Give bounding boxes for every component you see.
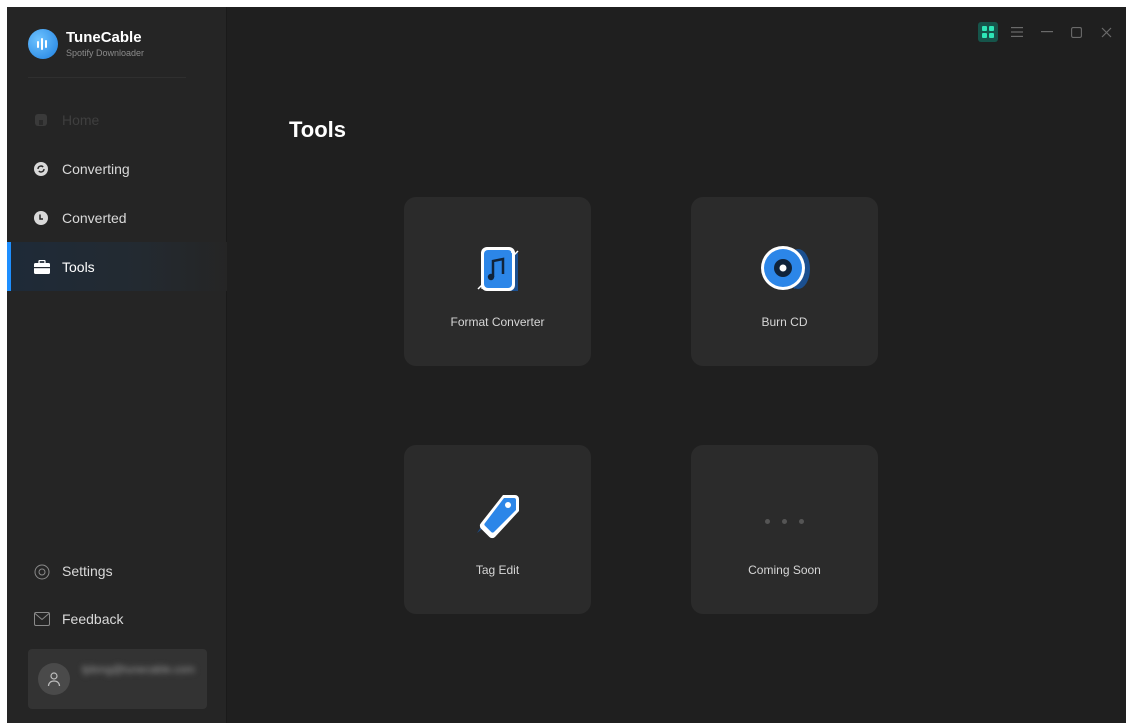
brand: TuneCable Spotify Downloader: [28, 29, 188, 77]
sidebar-item-label: Converting: [62, 160, 130, 177]
sidebar-item-converted[interactable]: Converted: [7, 193, 227, 242]
tool-label: Tag Edit: [475, 563, 520, 577]
sidebar-item-feedback[interactable]: Feedback: [7, 595, 227, 643]
sidebar-item-converting[interactable]: Converting: [7, 144, 227, 193]
page-title: Tools: [289, 117, 347, 142]
settings-icon: [34, 564, 50, 580]
tool-label: Coming Soon: [748, 563, 821, 577]
user-email: tjdong@tunecable.com: [82, 664, 195, 676]
app-subtitle: Spotify Downloader: [66, 48, 145, 58]
sidebar-item-home[interactable]: Home: [7, 95, 227, 144]
user-card[interactable]: tjdong@tunecable.com: [28, 649, 207, 709]
tool-card-tag-edit[interactable]: Tag Edit: [404, 445, 591, 614]
close-button[interactable]: [1095, 21, 1118, 43]
tool-label: Burn CD: [761, 315, 808, 329]
tool-card-burn-cd[interactable]: Burn CD: [691, 197, 878, 366]
minimize-button[interactable]: [1035, 21, 1058, 43]
grid-view-icon: [982, 26, 994, 38]
maximize-icon: [1071, 26, 1082, 38]
minimize-icon: [1040, 31, 1053, 33]
sidebar: TuneCable Spotify Downloader Home Conver…: [7, 7, 227, 723]
tunecable-logo-icon: [28, 29, 58, 59]
sidebar-nav: Home Converting Converted Tools: [7, 95, 227, 291]
home-icon: [34, 113, 48, 127]
close-icon: [1101, 27, 1112, 37]
sidebar-item-label: Tools: [62, 258, 95, 275]
tool-card-coming-soon: Coming Soon: [691, 445, 878, 614]
sidebar-item-tools[interactable]: Tools: [7, 242, 227, 291]
clock-icon: [34, 210, 48, 225]
sidebar-item-label: Feedback: [62, 611, 124, 627]
burn-cd-icon: [750, 237, 820, 307]
app-name: TuneCable: [66, 29, 142, 46]
sidebar-item-settings[interactable]: Settings: [7, 547, 227, 595]
menu-button[interactable]: [1005, 21, 1028, 43]
brand-divider: [28, 77, 186, 78]
maximize-button[interactable]: [1065, 21, 1088, 43]
sidebar-item-label: Home: [62, 111, 100, 128]
menu-icon: [1010, 27, 1023, 37]
tool-card-format-converter[interactable]: Format Converter: [404, 197, 591, 366]
mail-icon: [34, 612, 50, 626]
tag-edit-icon: [463, 485, 533, 555]
sidebar-item-label: Converted: [62, 209, 127, 226]
format-converter-icon: [463, 237, 533, 307]
sync-icon: [34, 161, 48, 176]
grid-view-button[interactable]: [978, 22, 998, 42]
user-avatar-icon: [38, 663, 70, 695]
sidebar-bottom-nav: Settings Feedback: [7, 547, 227, 643]
toolbox-icon: [34, 259, 50, 274]
sidebar-item-label: Settings: [62, 563, 113, 579]
tool-label: Format Converter: [450, 315, 545, 329]
app-window: TuneCable Spotify Downloader Home Conver…: [7, 7, 1126, 723]
titlebar-controls: [971, 21, 1118, 43]
more-dots-icon: [691, 511, 878, 529]
